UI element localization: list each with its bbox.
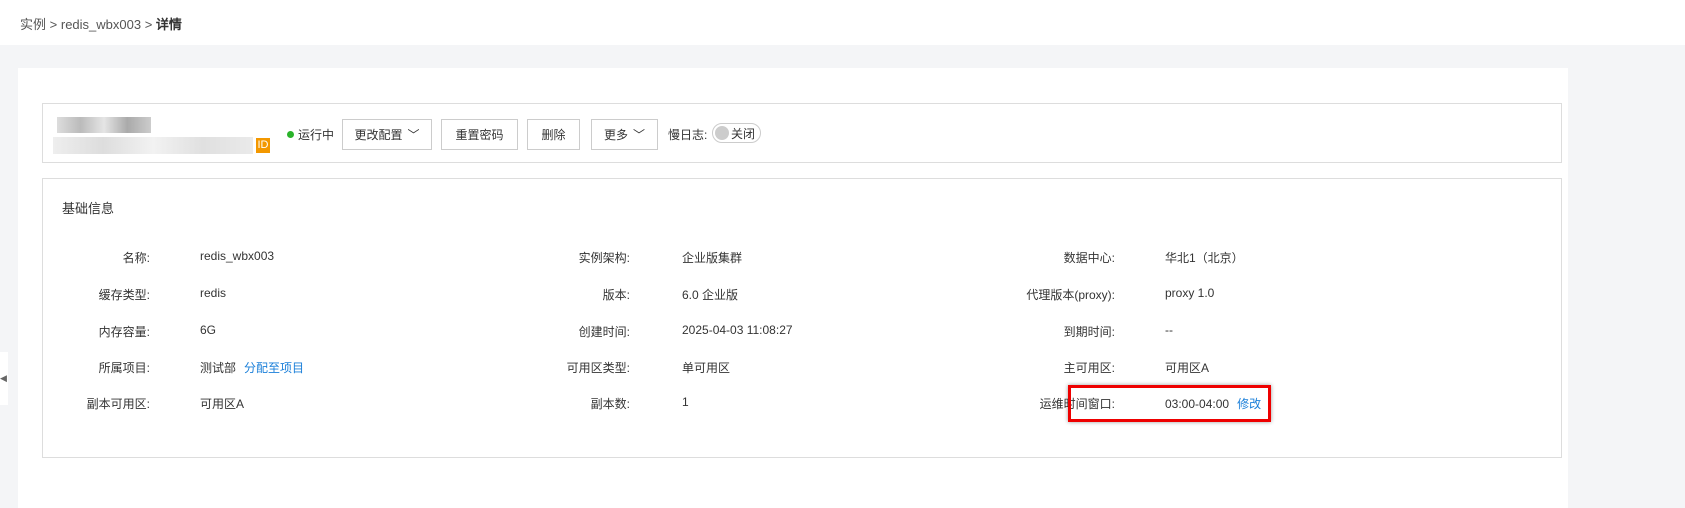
delete-button[interactable]: 删除: [527, 119, 580, 150]
field-label: 副本可用区:: [86, 397, 150, 411]
field-value-text: 企业版集群: [682, 251, 743, 265]
field-value: 6.0 企业版: [682, 286, 738, 303]
field-label: 版本:: [602, 288, 630, 302]
field-value-text: redis_wbx003: [200, 249, 275, 263]
slow-log-label: 慢日志:: [668, 128, 708, 142]
status-badge: 运行中: [287, 126, 334, 143]
field-value: redis: [200, 286, 226, 300]
id-badge[interactable]: ID: [256, 138, 270, 153]
field-value-text: 可用区A: [200, 397, 245, 411]
more-button[interactable]: 更多 ﹀: [591, 119, 658, 150]
status-text: 运行中: [298, 128, 335, 142]
breadcrumb-current: 详情: [155, 17, 182, 32]
field-value: 华北1（北京）: [1165, 249, 1244, 266]
field-value: --: [1165, 323, 1173, 337]
field-label: 可用区类型:: [566, 361, 630, 375]
field-value-text: 测试部: [200, 361, 237, 375]
toggle-label: 关闭: [731, 126, 756, 141]
highlight-box: [1068, 385, 1271, 422]
field-value-text: 2025-04-03 11:08:27: [682, 323, 793, 337]
button-label: 删除: [541, 128, 566, 142]
field-value: 企业版集群: [682, 249, 742, 266]
field-value: 1: [682, 395, 689, 409]
field-value: 测试部 分配至项目: [200, 359, 304, 376]
field-label: 所属项目:: [98, 361, 150, 375]
field-value: 2025-04-03 11:08:27: [682, 323, 793, 337]
breadcrumb-instances[interactable]: 实例: [20, 17, 46, 32]
field-label: 缓存类型:: [98, 288, 150, 302]
reset-password-button[interactable]: 重置密码: [441, 119, 518, 150]
change-config-button[interactable]: 更改配置 ﹀: [342, 119, 432, 150]
field-value: 6G: [200, 323, 216, 337]
field-value-text: redis: [200, 286, 227, 300]
field-label: 实例架构:: [578, 251, 630, 265]
field-value-text: 单可用区: [682, 361, 731, 375]
field-value: proxy 1.0: [1165, 286, 1214, 300]
field-value-text: 可用区A: [1165, 361, 1210, 375]
field-label: 名称:: [122, 251, 150, 265]
field-value: redis_wbx003: [200, 249, 274, 263]
instance-id-redacted: [53, 137, 253, 154]
toggle-knob: [715, 126, 729, 140]
button-label: 更多: [603, 128, 628, 142]
field-label: 到期时间:: [1063, 325, 1115, 339]
chevron-down-icon: ﹀: [633, 128, 646, 142]
field-label: 内存容量:: [98, 325, 150, 339]
breadcrumb-sep: >: [49, 17, 58, 32]
field-value: 可用区A: [200, 395, 244, 412]
field-label: 创建时间:: [578, 325, 630, 339]
breadcrumb: 实例 > redis_wbx003 > 详情: [20, 14, 182, 33]
instance-header: ID 运行中 更改配置 ﹀ 重置密码 删除 更多 ﹀ 慢日志: 关闭: [42, 103, 1562, 163]
field-value-text: 6G: [200, 323, 217, 337]
status-dot-icon: [287, 131, 294, 138]
section-title: 基础信息: [62, 201, 115, 216]
assign-project-link[interactable]: 分配至项目: [244, 361, 304, 375]
button-label: 重置密码: [455, 128, 504, 142]
instance-name-redacted: [57, 117, 151, 133]
field-value: 单可用区: [682, 359, 730, 376]
field-label: 代理版本(proxy):: [1026, 288, 1115, 302]
field-label: 副本数:: [590, 397, 630, 411]
top-bar: 实例 > redis_wbx003 > 详情: [0, 0, 1685, 45]
field-value-text: 6.0 企业版: [682, 288, 739, 302]
field-value-text: 华北1（北京）: [1165, 251, 1244, 265]
button-label: 更改配置: [354, 128, 403, 142]
breadcrumb-sep: >: [144, 17, 153, 32]
slow-log-toggle[interactable]: 关闭: [712, 123, 761, 143]
field-label: 主可用区:: [1063, 361, 1115, 375]
field-value: 可用区A: [1165, 359, 1209, 376]
field-value-text: --: [1165, 323, 1173, 337]
field-label: 数据中心:: [1063, 251, 1115, 265]
field-value-text: proxy 1.0: [1165, 286, 1215, 300]
chevron-down-icon: ﹀: [407, 128, 420, 142]
field-value-text: 1: [682, 395, 689, 409]
breadcrumb-instance[interactable]: redis_wbx003: [61, 17, 141, 32]
basic-info-panel: 基础信息: [42, 178, 1562, 458]
